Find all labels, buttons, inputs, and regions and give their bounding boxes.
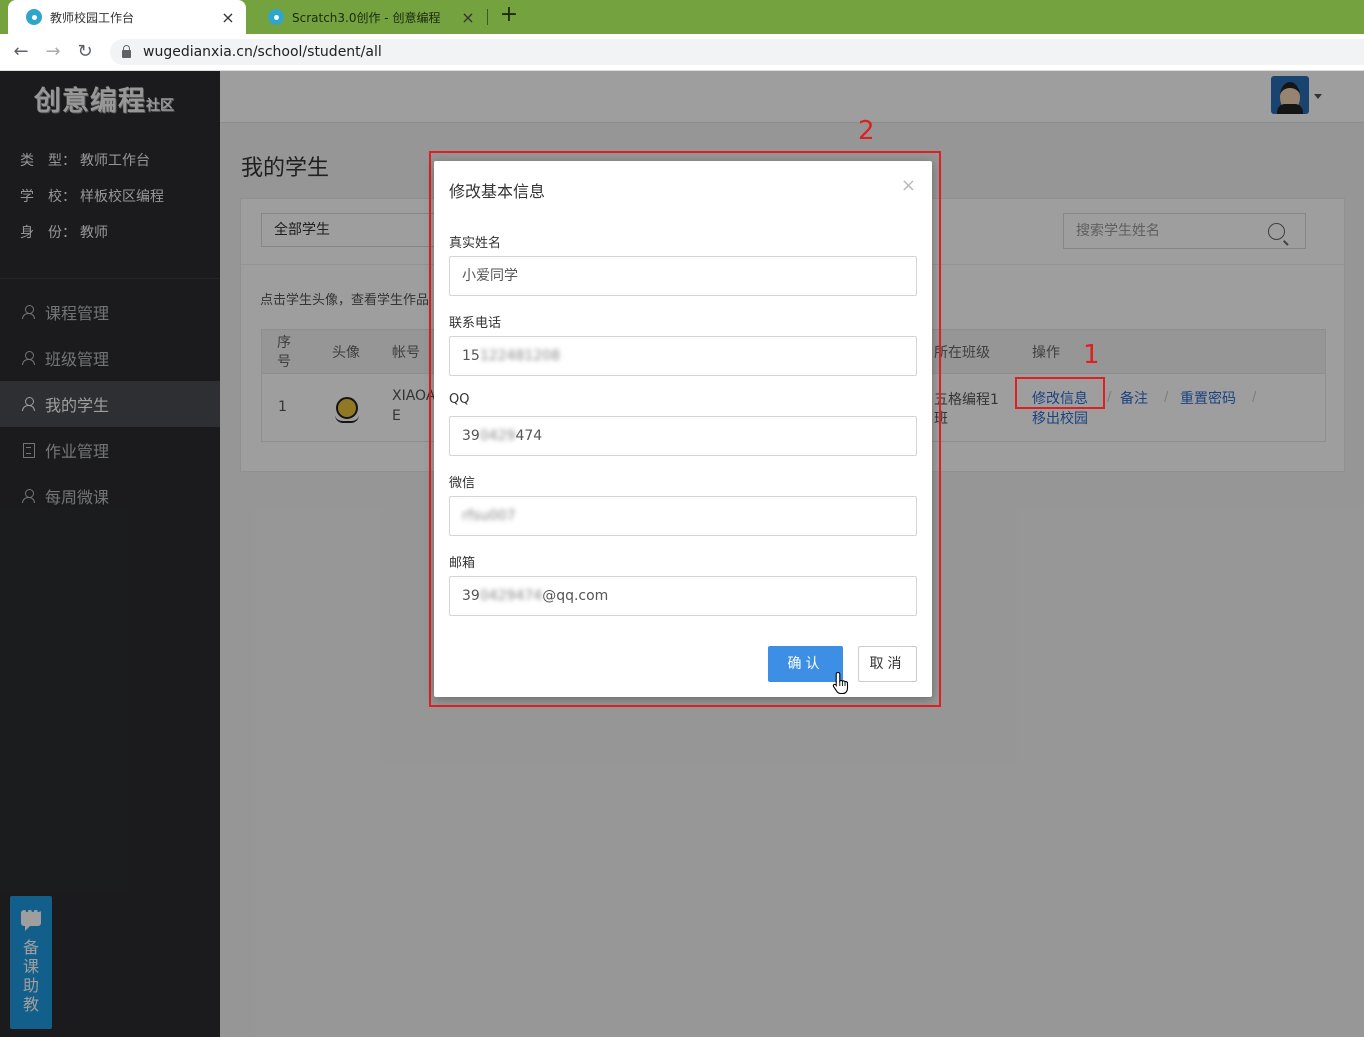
name-label: 真实姓名 [449,236,502,251]
wechat-value-blurred: rfsu007 [462,508,516,524]
qq-value-suffix: 474 [515,428,543,444]
hand-cursor-icon [832,671,849,695]
name-value: 小爱同学 [462,268,518,284]
tab-close-icon[interactable]: × [220,8,236,27]
cancel-button[interactable]: 取消 [858,646,917,682]
qq-label: QQ [449,392,470,407]
new-tab-button[interactable]: + [498,4,520,27]
lock-icon [122,44,131,58]
email-value-suffix: @qq.com [542,588,609,604]
phone-value: 15 [462,348,480,364]
annotation-box-1 [1015,377,1105,409]
wechat-field[interactable]: rfsu007 [449,496,917,536]
email-field[interactable]: 390429474@qq.com [449,576,917,616]
tab-title: 教师校园工作台 [50,10,135,25]
name-field[interactable]: 小爱同学 [449,256,917,296]
email-value-blurred: 0429474 [479,588,543,604]
tab-title: Scratch3.0创作 - 创意编程 [292,10,441,25]
dialog-title: 修改基本信息 [449,182,546,201]
gear-icon [26,9,42,25]
annotation-number-1: 1 [1083,340,1100,370]
phone-value-blurred: 122481208 [479,348,560,364]
url-field[interactable]: wugedianxia.cn/school/student/all [110,39,1364,65]
scratch-icon [268,9,284,25]
email-value: 39 [462,588,480,604]
back-button[interactable]: ← [9,41,33,65]
url-text: wugedianxia.cn/school/student/all [143,44,382,60]
annotation-number-2: 2 [858,116,875,146]
browser-tab-bar: 教师校园工作台 × Scratch3.0创作 - 创意编程 × + [0,0,1364,34]
tab-separator [487,9,488,25]
edit-info-dialog: 修改基本信息 × 真实姓名 小爱同学 联系电话 15122481208 QQ 3… [434,161,932,697]
forward-button[interactable]: → [41,41,65,65]
phone-label: 联系电话 [449,316,502,331]
reload-button[interactable]: ↻ [73,41,97,65]
tab-close-icon[interactable]: × [460,8,476,27]
phone-field[interactable]: 15122481208 [449,336,917,376]
qq-field[interactable]: 390429474 [449,416,917,456]
email-label: 邮箱 [449,556,476,571]
address-bar: ← → ↻ wugedianxia.cn/school/student/all [0,34,1364,71]
qq-value-blurred: 0429 [479,428,516,444]
tab-scratch[interactable]: Scratch3.0创作 - 创意编程 × [250,0,486,34]
wechat-label: 微信 [449,476,476,491]
close-icon[interactable]: × [901,175,916,196]
qq-value: 39 [462,428,480,444]
tab-teacher-workbench[interactable]: 教师校园工作台 × [8,0,246,34]
